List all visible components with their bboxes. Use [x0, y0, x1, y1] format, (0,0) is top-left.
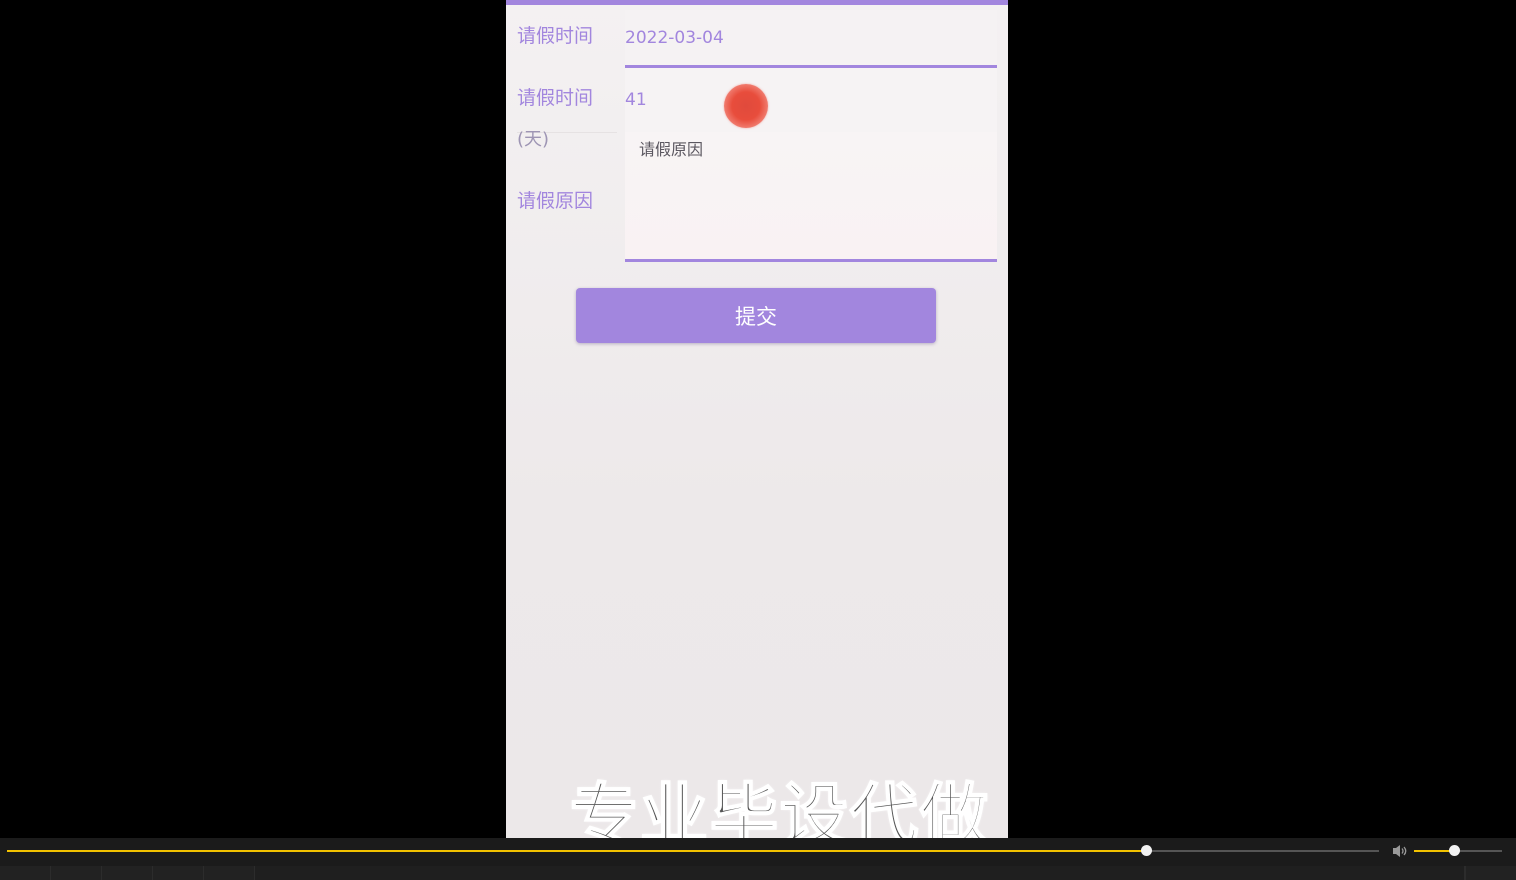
volume-fill — [1414, 850, 1454, 852]
reason-placeholder: 请假原因 — [639, 140, 704, 159]
days-value: 41 — [625, 90, 647, 110]
top-accent-bar — [506, 0, 1008, 5]
player-control[interactable] — [0, 866, 51, 880]
player-control[interactable] — [51, 866, 102, 880]
volume-track[interactable] — [1414, 845, 1502, 856]
date-field[interactable]: 2022-03-04 — [625, 10, 997, 68]
days-field[interactable]: 41 — [625, 68, 997, 132]
days-label: 请假时间 — [517, 87, 594, 109]
reason-label: 请假原因 — [517, 190, 594, 212]
reason-textarea[interactable]: 请假原因 — [625, 132, 997, 262]
player-control[interactable] — [153, 866, 204, 880]
player-spacer — [255, 866, 1465, 880]
volume-handle[interactable] — [1448, 845, 1460, 856]
days-unit-label: (天) — [517, 129, 550, 150]
speaker-icon[interactable] — [1391, 843, 1409, 859]
touch-indicator — [724, 84, 768, 128]
player-controls-row — [0, 866, 1516, 880]
date-label: 请假时间 — [517, 25, 594, 47]
progress-track[interactable] — [7, 845, 1379, 856]
phone-screen: 请假时间 2022-03-04 请假时间 (天) 41 请假原因 请假原因 提交… — [506, 0, 1008, 838]
progress-handle[interactable] — [1140, 845, 1152, 856]
player-control[interactable] — [102, 866, 153, 880]
submit-button[interactable]: 提交 — [576, 288, 936, 343]
player-control[interactable] — [1465, 866, 1516, 880]
video-player-bar — [0, 838, 1516, 880]
player-control[interactable] — [204, 866, 255, 880]
date-value: 2022-03-04 — [625, 28, 724, 48]
progress-fill — [7, 850, 1146, 852]
watermark-text: 专业毕设代做 — [569, 776, 991, 838]
